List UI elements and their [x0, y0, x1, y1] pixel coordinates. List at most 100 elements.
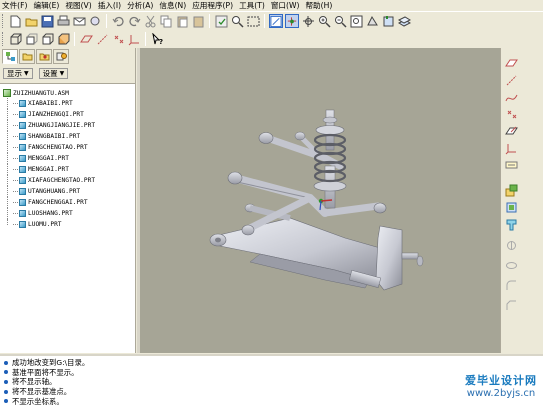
reorient-icon[interactable] [365, 14, 379, 28]
feature-toolbar [500, 48, 543, 353]
tree-item[interactable]: ZHUANGJIANGJIE.PRT [0, 120, 135, 131]
menu-edit[interactable]: 编辑(E) [33, 0, 59, 11]
open-folder-icon[interactable] [24, 14, 38, 28]
tab-favorites[interactable] [36, 49, 52, 64]
spin-center-icon[interactable] [285, 14, 299, 28]
datum-curve-tool-icon[interactable] [504, 90, 518, 104]
chevron-down-icon: ▼ [24, 69, 29, 77]
datum-axes-icon[interactable] [95, 32, 109, 46]
new-file-icon[interactable] [8, 14, 22, 28]
tree-root-assembly[interactable]: ZUIZHUANGTU.ASM [0, 88, 135, 98]
message-line: 将不显示轴。 [4, 377, 543, 387]
copy-icon[interactable] [159, 14, 173, 28]
print-preview-icon[interactable] [88, 14, 102, 28]
tree-item-label: XIABAIBI.PRT [28, 100, 73, 107]
part-icon [19, 210, 26, 217]
chamfer-tool-icon[interactable] [504, 298, 518, 312]
menu-window[interactable]: 窗口(W) [271, 0, 300, 11]
hole-tool-icon[interactable] [504, 258, 518, 272]
paste-special-icon[interactable] [191, 14, 205, 28]
tab-folder-browser[interactable] [19, 49, 35, 64]
menu-insert[interactable]: 插入(I) [98, 0, 121, 11]
menu-help[interactable]: 帮助(H) [305, 0, 332, 11]
round-tool-icon[interactable] [504, 278, 518, 292]
undo-icon[interactable] [111, 14, 125, 28]
tree-item-label: MENGGAI.PRT [28, 166, 69, 173]
tree-item-label: FANGCHENGTAO.PRT [28, 144, 88, 151]
navigator-tabs [0, 48, 135, 65]
menu-info[interactable]: 信息(N) [159, 0, 186, 11]
select-box-icon[interactable] [246, 14, 260, 28]
analysis-tool-icon[interactable] [504, 158, 518, 172]
watermark-title: 爱毕业设计网 [465, 374, 537, 387]
show-dropdown[interactable]: 显示 ▼ [3, 67, 33, 79]
menu-analysis[interactable]: 分析(A) [127, 0, 153, 11]
paste-icon[interactable] [175, 14, 189, 28]
tree-item[interactable]: FANGCHENGTAO.PRT [0, 142, 135, 153]
tree-item[interactable]: MENGGAI.PRT [0, 153, 135, 164]
toolbar-grip[interactable] [2, 14, 5, 28]
refit-icon[interactable] [349, 14, 363, 28]
tree-root-label: ZUIZHUANGTU.ASM [13, 89, 69, 97]
revolve-tool-icon[interactable] [504, 238, 518, 252]
tree-item-label: XIAFAGCHENGTAO.PRT [28, 177, 96, 184]
hidden-line-icon[interactable] [24, 32, 38, 46]
toolbar-grip[interactable] [2, 32, 5, 46]
orient-mode-icon[interactable] [301, 14, 315, 28]
tree-item[interactable]: SHANGBAIBI.PRT [0, 131, 135, 142]
cut-icon[interactable] [143, 14, 157, 28]
tree-item[interactable]: MENGGAI.PRT [0, 164, 135, 175]
repaint-icon[interactable] [269, 14, 283, 28]
coordinate-system-icon[interactable] [127, 32, 141, 46]
print-icon[interactable] [56, 14, 70, 28]
zoom-out-icon[interactable] [333, 14, 347, 28]
zoom-in-icon[interactable] [317, 14, 331, 28]
chevron-down-icon: ▼ [59, 69, 65, 77]
find-icon[interactable] [230, 14, 244, 28]
save-icon[interactable] [40, 14, 54, 28]
suspension-assembly-model[interactable] [140, 48, 503, 353]
redo-icon[interactable] [127, 14, 141, 28]
datum-planes-icon[interactable] [79, 32, 93, 46]
email-icon[interactable] [72, 14, 86, 28]
menu-applications[interactable]: 应用程序(P) [192, 0, 233, 11]
watermark: 爱毕业设计网 www.2byjs.cn [465, 372, 537, 399]
tree-item-label: MENGGAI.PRT [28, 155, 69, 162]
tab-connections[interactable] [53, 49, 69, 64]
tree-item[interactable]: JIANZHENGQI.PRT [0, 109, 135, 120]
datum-plane-tool-icon[interactable] [504, 56, 518, 70]
coordinate-system-tool-icon[interactable] [504, 141, 518, 155]
datum-points-icon[interactable] [111, 32, 125, 46]
saved-views-icon[interactable] [381, 14, 395, 28]
context-help-icon[interactable]: ? [150, 32, 164, 46]
tree-item[interactable]: XIABAIBI.PRT [0, 98, 135, 109]
menu-view[interactable]: 视图(V) [65, 0, 91, 11]
favorites-icon [39, 53, 49, 61]
assembly-icon [3, 89, 11, 97]
tab-model-tree[interactable] [2, 49, 18, 64]
assemble-component-icon[interactable] [504, 183, 518, 197]
wireframe-icon[interactable] [8, 32, 22, 46]
tree-item[interactable]: XIAFAGCHENGTAO.PRT [0, 175, 135, 186]
info-bullet-icon [4, 370, 8, 375]
shading-icon[interactable] [56, 32, 70, 46]
graphics-window[interactable] [137, 48, 500, 353]
tree-item[interactable]: UTANGHUANG.PRT [0, 186, 135, 197]
menu-tools[interactable]: 工具(T) [239, 0, 265, 11]
layers-icon[interactable] [397, 14, 411, 28]
regenerate-icon[interactable] [214, 14, 228, 28]
datum-axis-tool-icon[interactable] [504, 73, 518, 87]
settings-dropdown[interactable]: 设置 ▼ [38, 67, 69, 79]
sketch-tool-icon[interactable] [504, 124, 518, 138]
extrude-tool-icon[interactable] [504, 217, 518, 231]
tree-item[interactable]: FANGCHENGGAI.PRT [0, 197, 135, 208]
datum-point-tool-icon[interactable] [504, 107, 518, 121]
part-icon [19, 155, 26, 162]
part-icon [19, 133, 26, 140]
create-component-icon[interactable] [504, 200, 518, 214]
tree-item[interactable]: LUOMU.PRT [0, 219, 135, 230]
tree-item[interactable]: LUOSHANG.PRT [0, 208, 135, 219]
part-icon [19, 188, 26, 195]
no-hidden-icon[interactable] [40, 32, 54, 46]
menu-file[interactable]: 文件(F) [2, 0, 27, 11]
